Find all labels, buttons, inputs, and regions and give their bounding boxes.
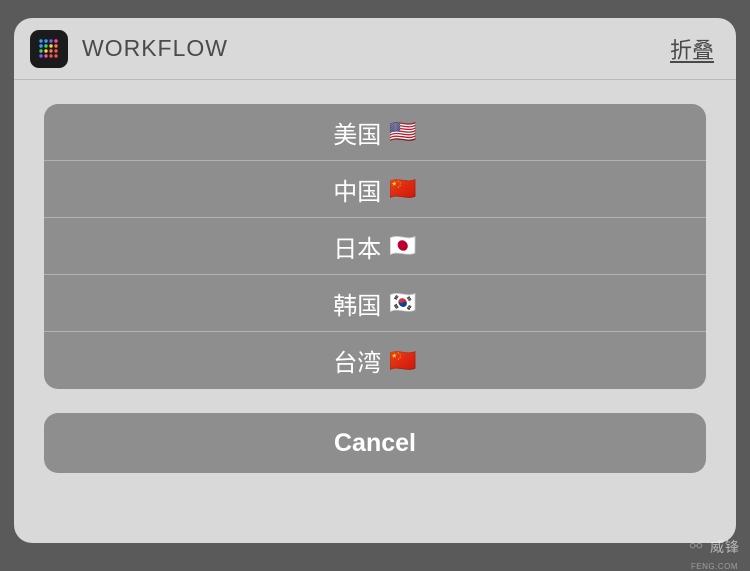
country-option-cn[interactable]: 中国 🇨🇳 <box>44 161 706 218</box>
watermark-icon <box>688 539 704 555</box>
option-label: 韩国 <box>333 286 381 321</box>
flag-icon: 🇺🇸 <box>389 121 416 143</box>
flag-icon: 🇯🇵 <box>389 235 416 257</box>
workflow-app-icon <box>30 30 68 68</box>
country-option-kr[interactable]: 韩国 🇰🇷 <box>44 275 706 332</box>
option-label: 台湾 <box>333 343 381 378</box>
option-label: 中国 <box>333 172 381 207</box>
country-option-us[interactable]: 美国 🇺🇸 <box>44 104 706 161</box>
watermark-text: 威锋 <box>710 537 740 557</box>
workflow-grid-icon <box>37 37 61 61</box>
collapse-link[interactable]: 折叠 <box>670 33 714 65</box>
option-label: 美国 <box>333 115 381 150</box>
cancel-button[interactable]: Cancel <box>44 413 706 473</box>
workflow-widget: WORKFLOW 折叠 美国 🇺🇸 中国 🇨🇳 日本 🇯🇵 韩国 🇰🇷 <box>14 18 736 543</box>
flag-icon: 🇨🇳 <box>389 178 416 200</box>
watermark: 威锋 <box>688 537 740 557</box>
widget-header: WORKFLOW 折叠 <box>14 18 736 80</box>
country-option-jp[interactable]: 日本 🇯🇵 <box>44 218 706 275</box>
country-option-list: 美国 🇺🇸 中国 🇨🇳 日本 🇯🇵 韩国 🇰🇷 台湾 🇨🇳 <box>44 104 706 389</box>
country-option-tw[interactable]: 台湾 🇨🇳 <box>44 332 706 389</box>
flag-icon: 🇨🇳 <box>389 350 416 372</box>
widget-title: WORKFLOW <box>82 35 228 62</box>
option-label: 日本 <box>333 229 381 264</box>
flag-icon: 🇰🇷 <box>389 292 416 314</box>
widget-content: 美国 🇺🇸 中国 🇨🇳 日本 🇯🇵 韩国 🇰🇷 台湾 🇨🇳 Cancel <box>14 80 736 543</box>
watermark-sub: FENG.COM <box>691 562 738 571</box>
